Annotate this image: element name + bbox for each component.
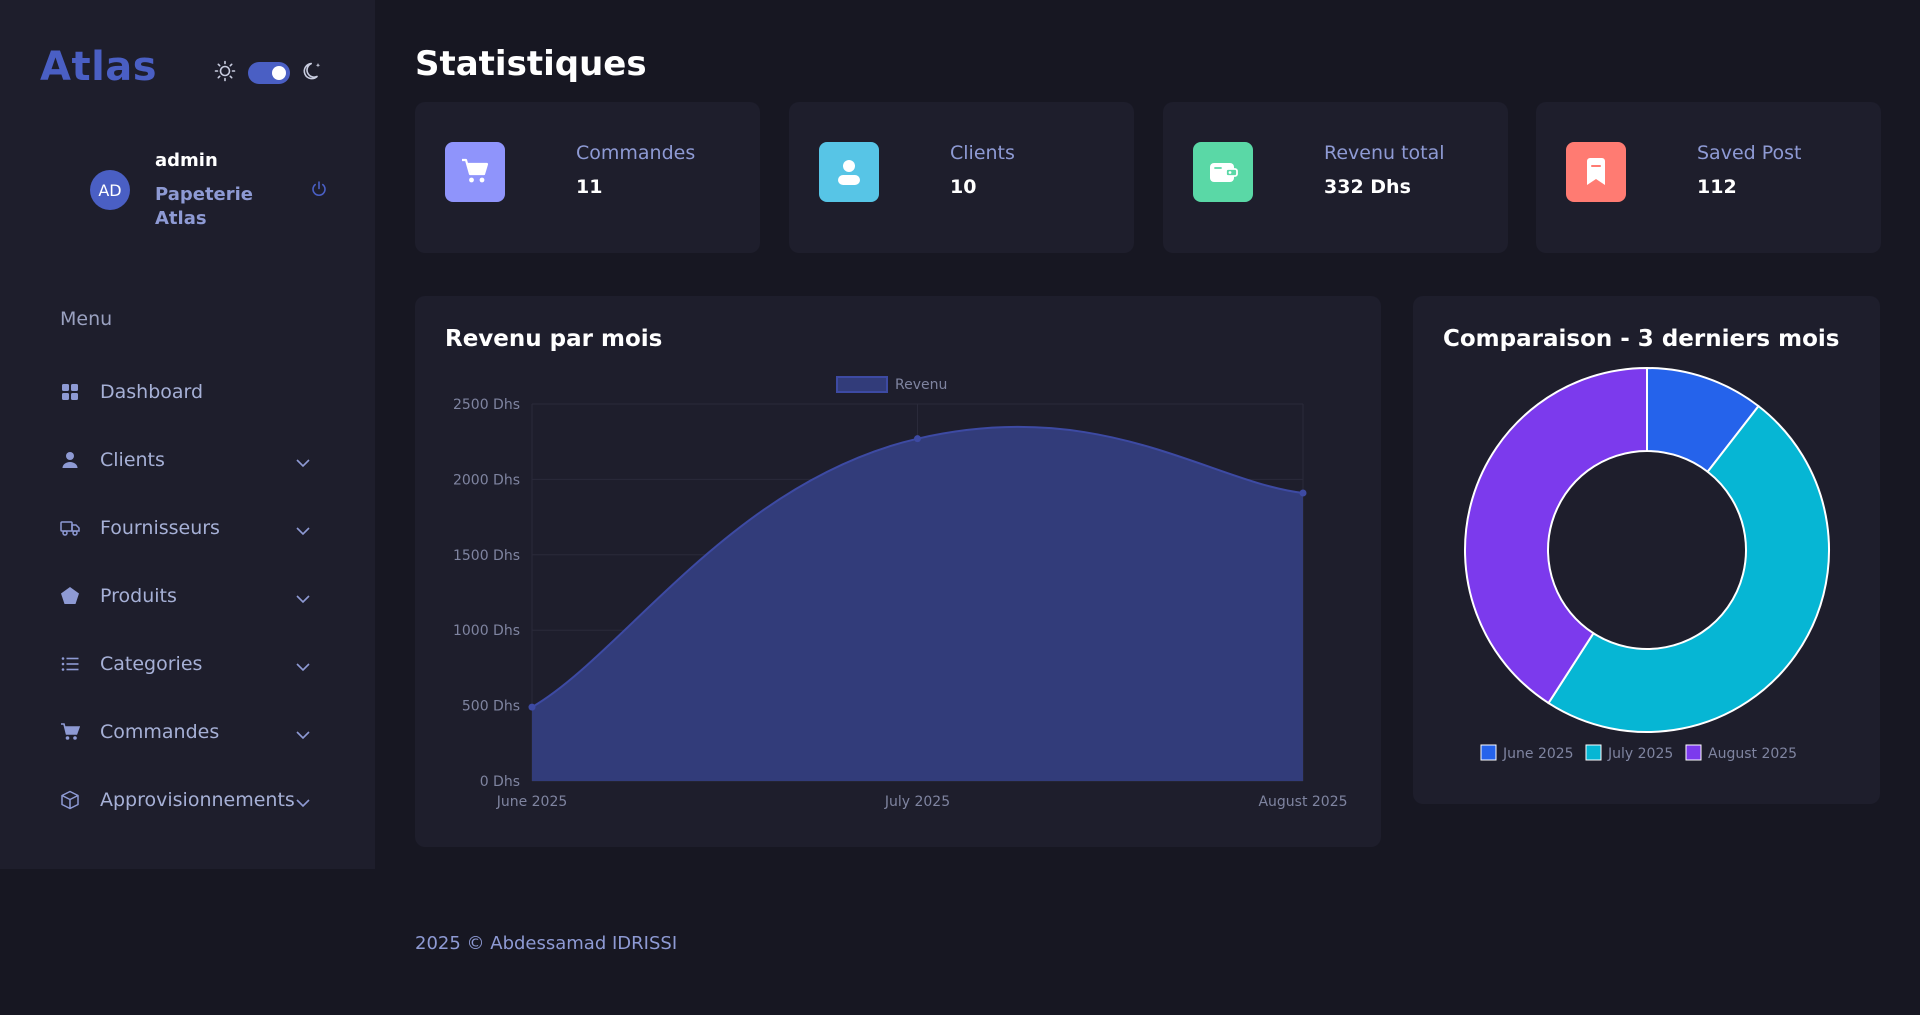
revenue-data-point [914,435,921,443]
legend-label: July 2025 [1607,746,1673,762]
stat-value: 112 [1697,176,1737,198]
box-icon [60,790,80,810]
chevron-down-icon[interactable] [296,453,310,472]
legend-swatch [1480,744,1497,761]
y-tick-label: 500 Dhs [462,699,520,715]
list-icon [60,654,80,674]
stat-value: 10 [950,176,977,198]
sidebar-item-fournisseurs[interactable]: Fournisseurs [60,494,320,562]
revenue-area-fill [532,426,1303,781]
stat-value: 11 [576,176,603,198]
sidebar-item-label: Dashboard [100,381,204,403]
revenue-data-point [1299,489,1307,497]
stat-label: Revenu total [1324,142,1445,164]
y-tick-label: 1000 Dhs [453,623,520,639]
x-tick-label: June 2025 [496,794,568,810]
user-profile: AD admin Papeterie Atlas [90,150,340,230]
comparison-donut-chart[interactable]: June 2025 July 2025 August 2025 [1413,296,1880,804]
revenue-area-chart[interactable]: 0 Dhs 500 Dhs 1000 Dhs 1500 Dhs 2000 Dhs 2500… [415,296,1381,847]
sidebar-item-label: Produits [100,585,177,607]
chevron-down-icon[interactable] [296,589,310,608]
user-name: admin [155,150,218,171]
stat-label: Commandes [576,142,696,164]
cart-icon [60,722,80,742]
sidebar-item-commandes[interactable]: Commandes [60,698,320,766]
user-company: Papeterie Atlas [155,184,254,229]
bookmark-icon [1566,142,1626,202]
chevron-down-icon[interactable] [296,725,310,744]
chevron-down-icon[interactable] [296,657,310,676]
stat-card-saved-post: Saved Post 112 [1536,102,1881,253]
pentagon-icon [60,586,80,606]
sidebar-item-dashboard[interactable]: Dashboard [60,358,320,426]
sidebar: Atlas AD admin Papeterie Atlas Menu Dash… [0,0,375,869]
user-icon [60,450,80,470]
revenue-chart-panel: Revenu par mois 0 Dhs 500 Dhs 1000 Dhs 1500… [415,296,1381,847]
legend-label: August 2025 [1708,746,1797,762]
legend-label: Revenu [895,377,947,393]
logout-icon[interactable] [310,180,328,202]
revenue-data-point [528,703,536,711]
menu-heading: Menu [60,308,113,330]
stat-card-clients: Clients 10 [789,102,1134,253]
wallet-icon [1193,142,1253,202]
y-tick-label: 2500 Dhs [453,397,520,413]
sidebar-item-label: Approvisionnements [100,789,295,811]
sidebar-item-categories[interactable]: Categories [60,630,320,698]
truck-icon [60,518,80,538]
sidebar-item-label: Fournisseurs [100,517,220,539]
user-icon [819,142,879,202]
y-tick-label: 1500 Dhs [453,548,520,564]
legend-label: June 2025 [1502,746,1574,762]
sidebar-menu: Dashboard Clients Fournisseurs Produits [60,358,320,834]
stat-card-revenu-total: Revenu total 332 Dhs [1163,102,1508,253]
stat-card-commandes: Commandes 11 [415,102,760,253]
cart-icon [445,142,505,202]
y-tick-label: 0 Dhs [480,774,520,790]
dark-mode-switch[interactable] [248,62,290,84]
legend-swatch [1585,744,1602,761]
sun-icon[interactable] [214,60,236,86]
sidebar-item-label: Categories [100,653,203,675]
legend-swatch [836,376,888,393]
x-tick-label: July 2025 [884,794,950,810]
app-logo[interactable]: Atlas [40,44,157,90]
sidebar-item-clients[interactable]: Clients [60,426,320,494]
comparison-chart-panel: Comparaison - 3 derniers mois June 2025 J… [1413,296,1880,804]
page-title: Statistiques [415,44,647,84]
chevron-down-icon[interactable] [296,793,310,812]
moon-icon[interactable] [302,60,324,86]
grid-icon [60,382,80,402]
sidebar-item-label: Commandes [100,721,220,743]
avatar[interactable]: AD [90,170,130,210]
stat-label: Clients [950,142,1015,164]
chevron-down-icon[interactable] [296,521,310,540]
sidebar-item-produits[interactable]: Produits [60,562,320,630]
stat-value: 332 Dhs [1324,176,1411,198]
x-tick-label: August 2025 [1258,794,1347,810]
stat-label: Saved Post [1697,142,1802,164]
sidebar-item-approvisionnements[interactable]: Approvisionnements [60,766,320,834]
y-tick-label: 2000 Dhs [453,472,520,488]
footer-copyright: 2025 © Abdessamad IDRISSI [415,933,678,954]
theme-toggle[interactable] [214,60,324,86]
sidebar-item-label: Clients [100,449,165,471]
legend-swatch [1685,744,1702,761]
switch-knob [272,66,286,80]
